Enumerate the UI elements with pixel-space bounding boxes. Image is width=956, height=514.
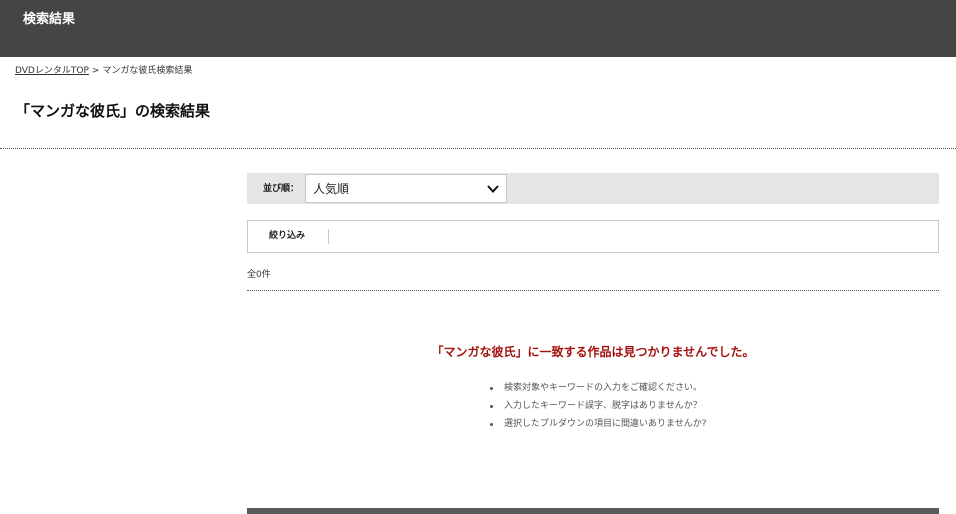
hint-item: 検索対象やキーワードの入力をご確認ください。 (490, 379, 707, 397)
breadcrumb-current: マンガな彼氏検索結果 (102, 66, 193, 76)
sort-select-value: 人気順 (313, 182, 350, 196)
header-title: 検索結果 (23, 12, 76, 27)
result-count: 全0件 (247, 270, 271, 280)
sort-bar: 並び順： 人気順 (247, 173, 939, 204)
page-title: 「マンガな彼氏」の検索結果 (15, 102, 211, 120)
title-divider (0, 148, 956, 149)
breadcrumb-separator: > (91, 66, 100, 76)
sort-select[interactable]: 人気順 (305, 174, 507, 203)
breadcrumb: DVDレンタルTOP > マンガな彼氏検索結果 (15, 65, 192, 77)
chevron-down-icon (487, 185, 499, 193)
no-result-message: 「マンガな彼氏」に一致する作品は見つかりませんでした。 (431, 345, 755, 359)
hint-item: 選択したプルダウンの項目に間違いありませんか? (490, 415, 707, 433)
hint-item: 入力したキーワード誤字、脱字はありませんか？ (490, 397, 707, 415)
count-divider (247, 290, 939, 291)
filter-bar: 絞り込み (247, 220, 939, 253)
sort-label: 並び順： (263, 184, 300, 194)
no-result-hints: 検索対象やキーワードの入力をご確認ください。 入力したキーワード誤字、脱字はあり… (490, 379, 707, 433)
breadcrumb-home-link[interactable]: DVDレンタルTOP (15, 66, 89, 76)
page-header: 検索結果 (0, 0, 956, 57)
filter-separator (328, 229, 329, 244)
footer-bar (247, 508, 939, 514)
filter-toggle[interactable]: 絞り込み (269, 230, 305, 242)
